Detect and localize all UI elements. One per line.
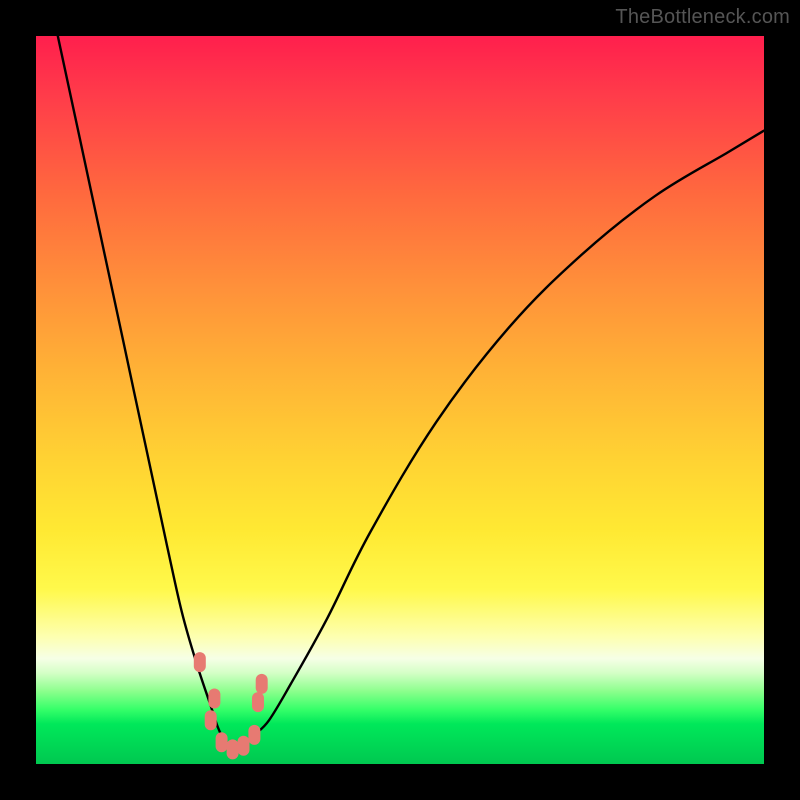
data-marker xyxy=(227,739,239,759)
data-marker xyxy=(252,692,264,712)
data-marker xyxy=(205,710,217,730)
plot-area xyxy=(36,36,764,764)
bottleneck-curve-path xyxy=(58,36,764,750)
data-marker xyxy=(238,736,250,756)
data-marker xyxy=(194,652,206,672)
data-marker xyxy=(216,732,228,752)
chart-svg xyxy=(36,36,764,764)
data-marker xyxy=(208,689,220,709)
bottleneck-curve xyxy=(58,36,764,750)
chart-frame: TheBottleneck.com xyxy=(0,0,800,800)
highlighted-points-group xyxy=(194,652,268,759)
watermark-text: TheBottleneck.com xyxy=(615,6,790,29)
data-marker xyxy=(256,674,268,694)
data-marker xyxy=(248,725,260,745)
